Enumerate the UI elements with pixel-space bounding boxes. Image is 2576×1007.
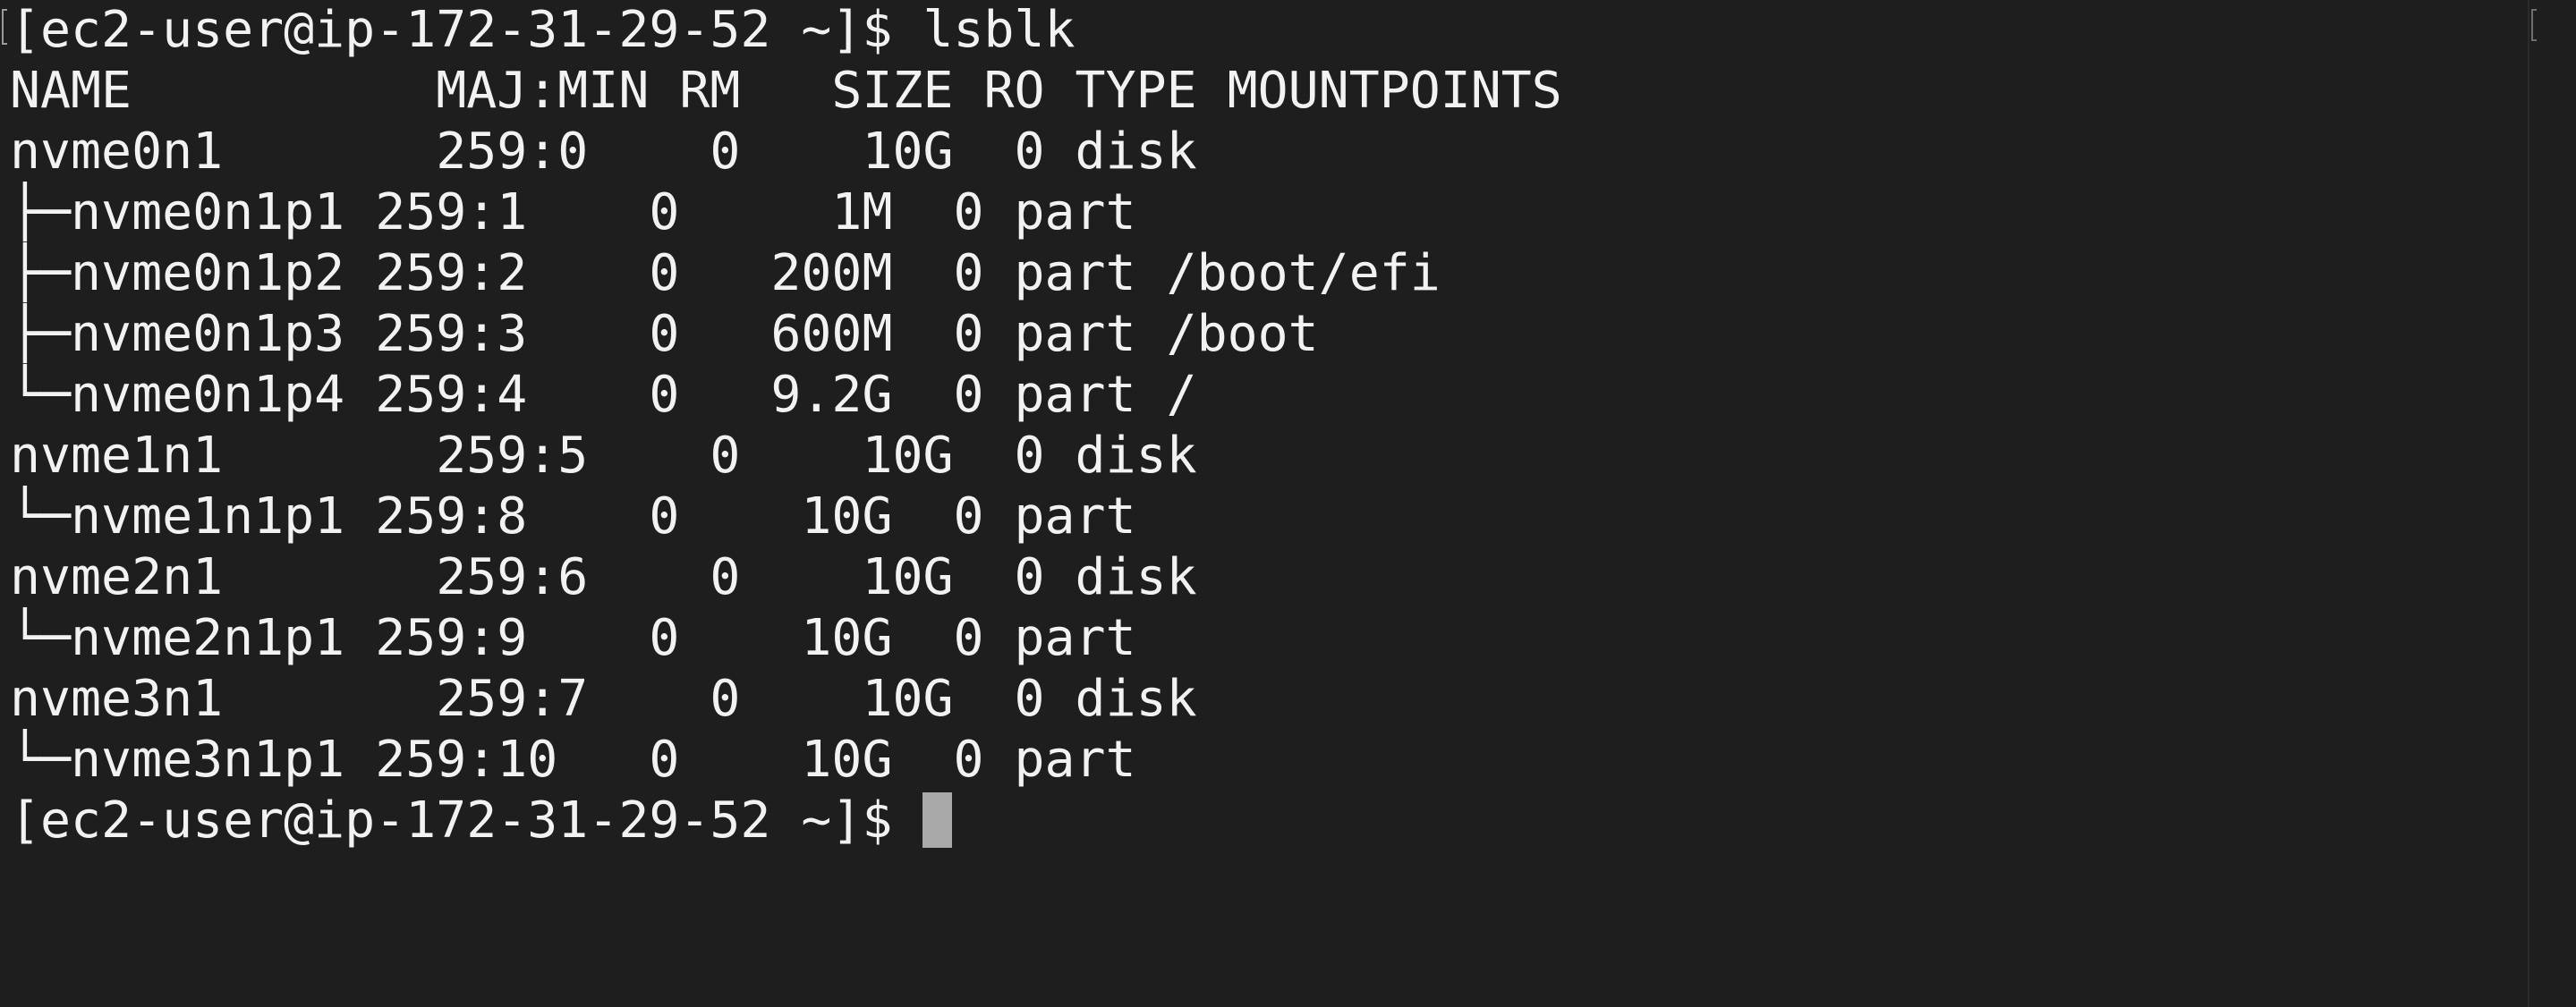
lsblk-row: ├─nvme0n1p1 259:1 0 1M 0 part	[10, 183, 1167, 241]
terminal-window[interactable]: [ec2-user@ip-172-31-29-52 ~]$ lsblk NAME…	[0, 0, 2576, 1007]
lsblk-header: NAME MAJ:MIN RM SIZE RO TYPE MOUNTPOINTS	[10, 62, 1562, 120]
line-marker	[2, 9, 7, 45]
scrollbar[interactable]	[2528, 0, 2549, 1007]
lsblk-row: nvme2n1 259:6 0 10G 0 disk	[10, 548, 1228, 606]
shell-prompt: [ec2-user@ip-172-31-29-52 ~]$	[10, 791, 923, 850]
prompt-line[interactable]: [ec2-user@ip-172-31-29-52 ~]$	[10, 791, 2506, 851]
command-line: [ec2-user@ip-172-31-29-52 ~]$ lsblk	[10, 1, 1075, 59]
lsblk-row: nvme3n1 259:7 0 10G 0 disk	[10, 670, 1228, 728]
lsblk-row: └─nvme2n1p1 259:9 0 10G 0 part	[10, 609, 1167, 667]
lsblk-row: └─nvme1n1p1 259:8 0 10G 0 part	[10, 487, 1167, 546]
lsblk-row: ├─nvme0n1p2 259:2 0 200M 0 part /boot/ef…	[10, 244, 1441, 302]
scroll-marker	[2531, 9, 2537, 41]
lsblk-row: └─nvme3n1p1 259:10 0 10G 0 part	[10, 731, 1167, 789]
lsblk-row: └─nvme0n1p4 259:4 0 9.2G 0 part /	[10, 366, 1197, 424]
lsblk-row: nvme1n1 259:5 0 10G 0 disk	[10, 427, 1228, 485]
lsblk-row: ├─nvme0n1p3 259:3 0 600M 0 part /boot	[10, 305, 1319, 363]
terminal-screen[interactable]: [ec2-user@ip-172-31-29-52 ~]$ lsblk NAME…	[10, 0, 2506, 851]
text-cursor	[922, 792, 953, 848]
lsblk-row: nvme0n1 259:0 0 10G 0 disk	[10, 123, 1228, 181]
